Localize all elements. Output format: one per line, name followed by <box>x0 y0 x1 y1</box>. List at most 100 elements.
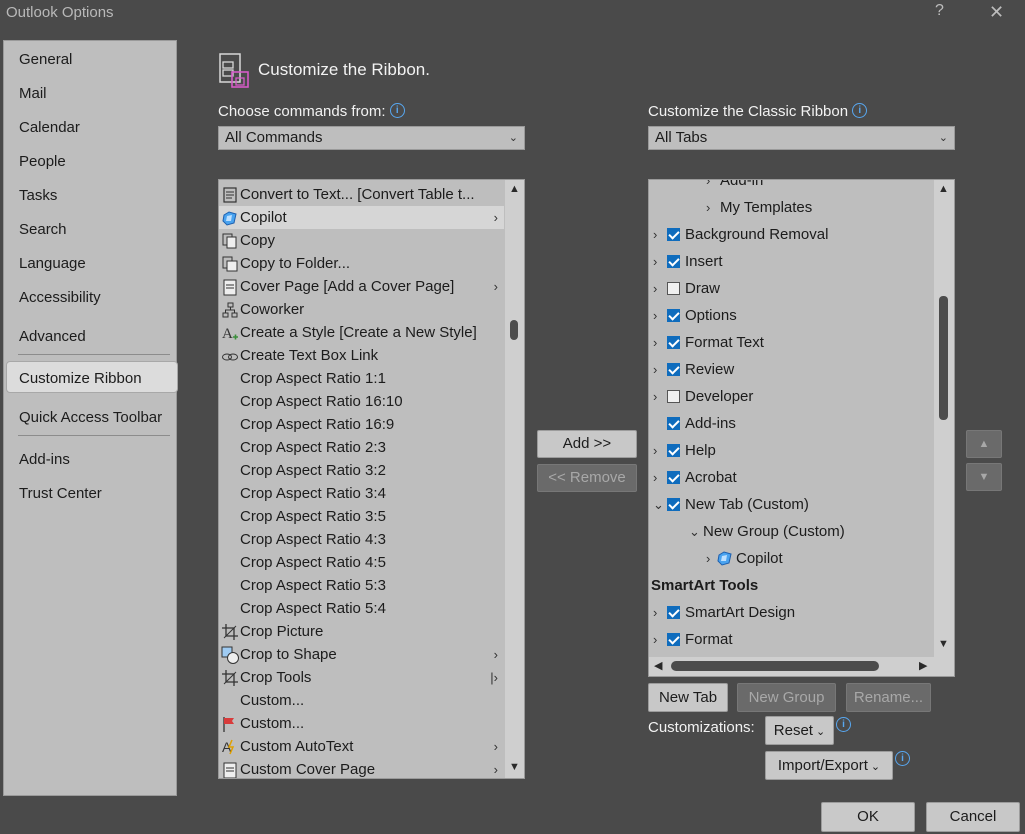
command-item[interactable]: Crop Tools |› <box>219 666 504 689</box>
expand-icon[interactable]: › <box>653 599 657 626</box>
command-item[interactable]: Crop Picture <box>219 620 504 643</box>
ok-button[interactable]: OK <box>821 802 915 832</box>
tree-item[interactable]: › Help <box>649 437 933 464</box>
tabs-dropdown[interactable]: All Tabs ⌄ <box>648 126 955 150</box>
ribbon-tree[interactable]: › Add-in › My Templates › Background Removal ›… <box>648 179 955 677</box>
command-item[interactable]: Custom Cover Page › <box>219 758 504 778</box>
tab-checkbox[interactable] <box>667 282 680 295</box>
tab-checkbox[interactable] <box>667 228 680 241</box>
move-down-button[interactable]: ▼ <box>966 463 1002 491</box>
expand-icon[interactable]: › <box>653 275 657 302</box>
command-item[interactable]: Crop to Shape › <box>219 643 504 666</box>
expand-icon[interactable]: › <box>653 248 657 275</box>
tab-checkbox[interactable] <box>667 390 680 403</box>
command-item[interactable]: Convert to Text... [Convert Table t... <box>219 183 504 206</box>
tree-item[interactable]: › Format <box>649 626 933 653</box>
tree-item[interactable]: › Insert <box>649 248 933 275</box>
nav-item-language[interactable]: Language <box>19 255 86 272</box>
tab-checkbox[interactable] <box>667 606 680 619</box>
scroll-left-icon[interactable]: ◀ <box>654 659 662 672</box>
expand-icon[interactable]: › <box>653 437 657 464</box>
tab-checkbox[interactable] <box>667 309 680 322</box>
expand-icon[interactable]: › <box>653 302 657 329</box>
tree-item[interactable]: › SmartArt Design <box>649 599 933 626</box>
tree-item[interactable]: › Review <box>649 356 933 383</box>
scroll-thumb[interactable] <box>671 661 879 671</box>
tab-checkbox[interactable] <box>667 417 680 430</box>
expand-icon[interactable]: › <box>653 356 657 383</box>
tree-hscrollbar[interactable]: ◀ ▶ <box>649 657 954 676</box>
tree-item[interactable]: › Copilot <box>649 545 933 572</box>
nav-item-search[interactable]: Search <box>19 221 67 238</box>
scroll-down-icon[interactable]: ▼ <box>509 761 520 773</box>
tab-checkbox[interactable] <box>667 498 680 511</box>
tab-checkbox[interactable] <box>667 633 680 646</box>
nav-item-calendar[interactable]: Calendar <box>19 119 80 136</box>
close-button[interactable]: ✕ <box>989 2 1004 23</box>
tab-checkbox[interactable] <box>667 255 680 268</box>
import-export-button[interactable]: Import/Export ⌄ <box>765 751 893 780</box>
nav-item-accessibility[interactable]: Accessibility <box>19 289 101 306</box>
tab-checkbox[interactable] <box>667 363 680 376</box>
expand-icon[interactable]: › <box>653 383 657 410</box>
command-item[interactable]: Crop Aspect Ratio 5:4 <box>219 597 504 620</box>
expand-icon[interactable]: › <box>653 329 657 356</box>
add-button[interactable]: Add >> <box>537 430 637 458</box>
rename-button[interactable]: Rename... <box>846 683 931 712</box>
tab-checkbox[interactable] <box>667 471 680 484</box>
expand-icon[interactable]: › <box>706 545 710 572</box>
help-button[interactable]: ? <box>935 2 944 20</box>
move-up-button[interactable]: ▲ <box>966 430 1002 458</box>
nav-item-quick-access-toolbar[interactable]: Quick Access Toolbar <box>19 409 162 426</box>
collapse-icon[interactable]: ⌄ <box>689 518 700 545</box>
command-item[interactable]: Crop Aspect Ratio 3:5 <box>219 505 504 528</box>
nav-item-mail[interactable]: Mail <box>19 85 47 102</box>
command-item[interactable]: Coworker <box>219 298 504 321</box>
scroll-thumb[interactable] <box>510 320 518 340</box>
scroll-up-icon[interactable]: ▲ <box>509 183 520 195</box>
expand-icon[interactable]: › <box>653 221 657 248</box>
tree-item[interactable]: › Acrobat <box>649 464 933 491</box>
tab-checkbox[interactable] <box>667 336 680 349</box>
commands-scrollbar[interactable]: ▲ ▼ <box>505 180 524 778</box>
nav-item-add-ins[interactable]: Add-ins <box>19 451 70 468</box>
commands-list[interactable]: Convert to Text... [Convert Table t... Co… <box>218 179 525 779</box>
choose-commands-dropdown[interactable]: All Commands ⌄ <box>218 126 525 150</box>
command-item[interactable]: Crop Aspect Ratio 3:2 <box>219 459 504 482</box>
cancel-button[interactable]: Cancel <box>926 802 1020 832</box>
tree-item[interactable]: › Draw <box>649 275 933 302</box>
tree-vscrollbar[interactable]: ▲ ▼ <box>934 180 954 657</box>
command-item[interactable]: Custom... <box>219 689 504 712</box>
command-item[interactable]: A Custom AutoText › <box>219 735 504 758</box>
info-icon[interactable]: i <box>852 103 868 118</box>
info-icon[interactable]: i <box>895 751 910 766</box>
command-item[interactable]: Crop Aspect Ratio 4:3 <box>219 528 504 551</box>
collapse-icon[interactable]: ⌄ <box>653 491 664 518</box>
nav-item-general[interactable]: General <box>19 51 72 68</box>
command-item[interactable]: Copy to Folder... <box>219 252 504 275</box>
expand-icon[interactable]: › <box>653 464 657 491</box>
tab-checkbox[interactable] <box>667 444 680 457</box>
tree-item[interactable]: Add-ins <box>649 410 933 437</box>
command-item[interactable]: Crop Aspect Ratio 1:1 <box>219 367 504 390</box>
tree-item[interactable]: › Options <box>649 302 933 329</box>
command-item[interactable]: Copilot › <box>219 206 504 229</box>
info-icon[interactable]: i <box>836 717 851 732</box>
expand-icon[interactable]: › <box>653 626 657 653</box>
tree-item[interactable]: › Developer <box>649 383 933 410</box>
expand-icon[interactable]: › <box>706 180 710 194</box>
command-item[interactable]: Crop Aspect Ratio 16:10 <box>219 390 504 413</box>
command-item[interactable]: Copy <box>219 229 504 252</box>
command-item[interactable]: Crop Aspect Ratio 2:3 <box>219 436 504 459</box>
command-item[interactable]: Crop Aspect Ratio 16:9 <box>219 413 504 436</box>
expand-icon[interactable]: › <box>706 194 710 221</box>
nav-item-advanced[interactable]: Advanced <box>19 328 86 345</box>
scroll-up-icon[interactable]: ▲ <box>938 183 949 195</box>
tree-item[interactable]: › My Templates <box>649 194 933 221</box>
tree-item[interactable]: › Add-in <box>649 180 933 194</box>
remove-button[interactable]: << Remove <box>537 464 637 492</box>
command-item[interactable]: Crop Aspect Ratio 5:3 <box>219 574 504 597</box>
command-item[interactable]: Create Text Box Link <box>219 344 504 367</box>
tree-item[interactable]: › Background Removal <box>649 221 933 248</box>
nav-item-tasks[interactable]: Tasks <box>19 187 57 204</box>
